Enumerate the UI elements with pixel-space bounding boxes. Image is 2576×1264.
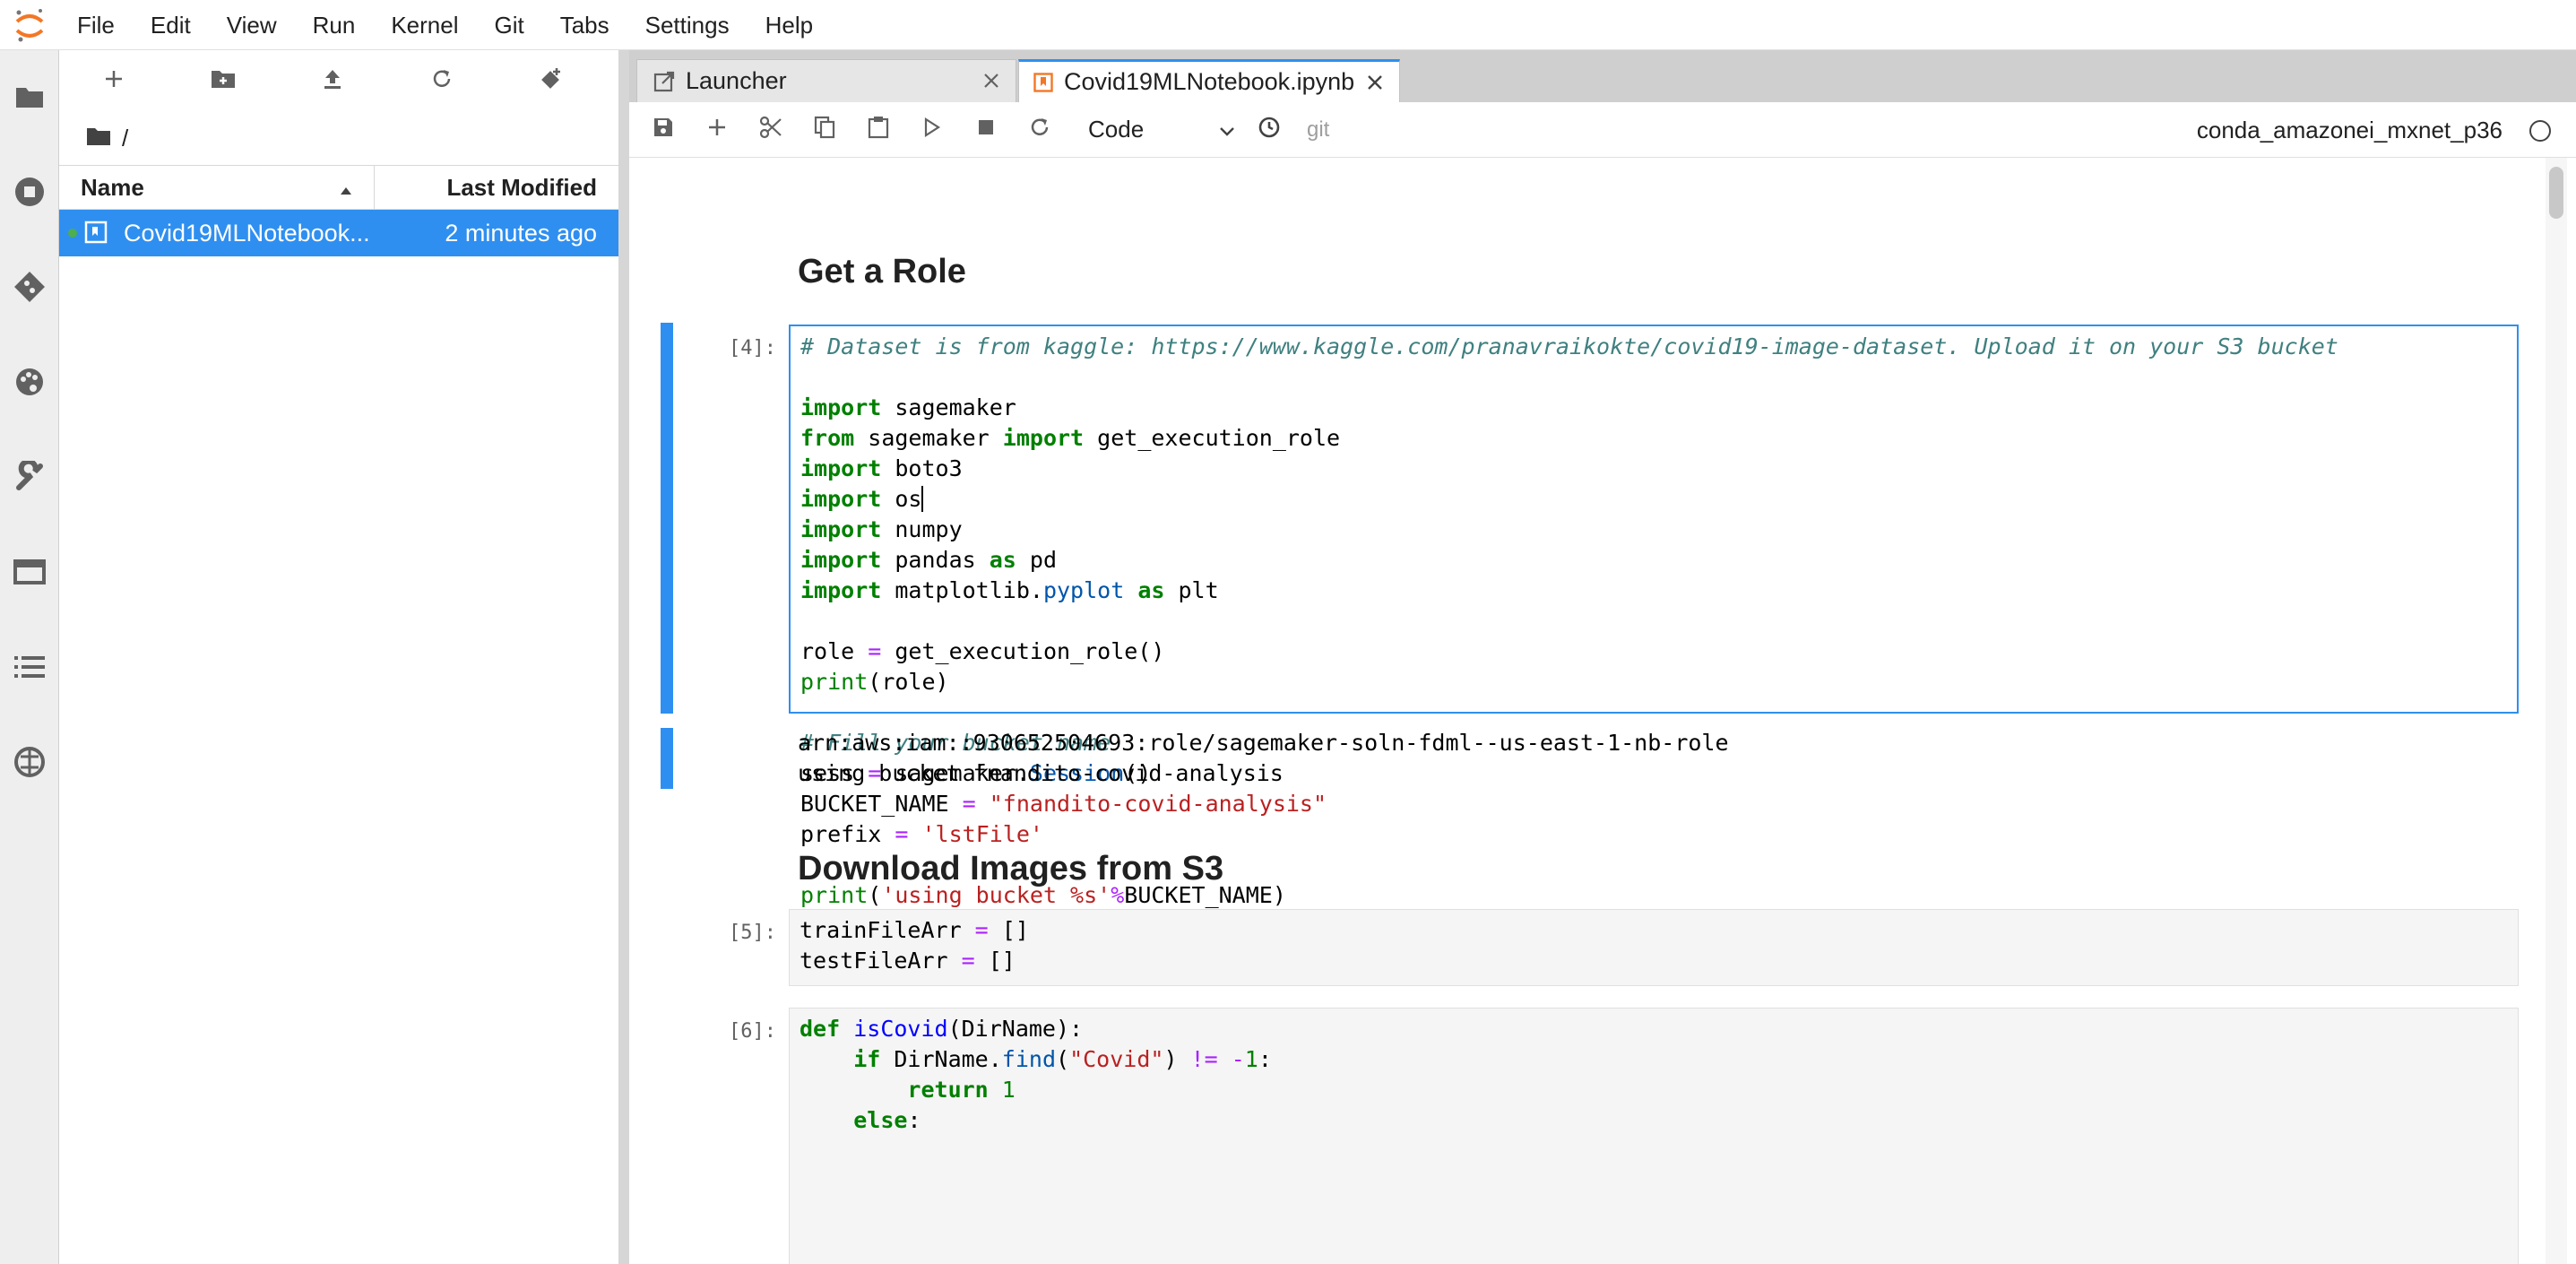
cell-prompt: [6]: <box>729 1020 776 1043</box>
activity-bar <box>0 50 59 1264</box>
tab-bar: Launcher Covid19MLNotebook.ipynb <box>629 50 2576 102</box>
folder-icon[interactable] <box>12 79 48 115</box>
chevron-down-icon <box>1219 116 1235 143</box>
new-folder-icon <box>211 68 236 94</box>
cell-prompt: [4]: <box>729 337 776 359</box>
cell-type-select[interactable]: Code <box>1077 112 1235 148</box>
file-list-header: Name Last Modified <box>59 165 618 210</box>
copy-icon <box>814 116 835 143</box>
code-content: trainFileArr = [] testFileArr = [] <box>800 917 1029 974</box>
column-modified-header[interactable]: Last Modified <box>375 166 618 209</box>
tab-notebook-label: Covid19MLNotebook.ipynb <box>1064 68 1355 95</box>
plus-icon <box>707 117 727 142</box>
git-icon[interactable] <box>12 269 48 305</box>
clock-icon <box>1258 116 1281 143</box>
scrollbar-thumb[interactable] <box>2549 167 2563 219</box>
restart-button[interactable] <box>1013 102 1067 158</box>
paste-button[interactable] <box>851 102 905 158</box>
wrench-icon[interactable] <box>12 459 48 495</box>
restart-icon <box>1029 117 1050 143</box>
save-button[interactable] <box>636 102 690 158</box>
sort-ascending-icon <box>340 174 352 202</box>
launcher-icon <box>653 71 675 92</box>
tab-launcher[interactable]: Launcher <box>636 59 1016 102</box>
new-folder-button[interactable] <box>169 50 278 111</box>
menu-settings[interactable]: Settings <box>627 0 748 50</box>
scissors-icon <box>759 116 782 143</box>
jupyter-logo-icon <box>0 0 59 50</box>
notebook-panel: Get a Role [4]: # Dataset is from kaggle… <box>629 158 2576 1264</box>
git-clone-icon <box>539 66 564 96</box>
refresh-button[interactable] <box>387 50 497 111</box>
file-modified: 2 minutes ago <box>445 219 597 247</box>
menu-tabs[interactable]: Tabs <box>542 0 627 50</box>
insert-cell-button[interactable] <box>690 102 744 158</box>
toc-list-icon[interactable] <box>12 649 48 685</box>
notebook-toolbar: Code git conda_amazonei_mxnet_p36 <box>629 102 2576 158</box>
main-area: Launcher Covid19MLNotebook.ipynb Code gi… <box>629 50 2576 1264</box>
code-content: def isCovid(DirName): if DirName.find("C… <box>800 1016 1272 1133</box>
copy-button[interactable] <box>798 102 851 158</box>
column-modified-label: Last Modified <box>446 173 597 201</box>
folder-home-icon[interactable] <box>86 125 111 152</box>
cell-type-value: Code <box>1088 116 1145 143</box>
menu-help[interactable]: Help <box>748 0 831 50</box>
output-collapser[interactable] <box>661 728 673 789</box>
running-sessions-icon[interactable] <box>12 174 48 210</box>
file-list-item[interactable]: Covid19MLNotebook... 2 minutes ago <box>59 210 618 256</box>
file-browser-panel: / Name Last Modified Covid19MLNotebook..… <box>59 50 618 1264</box>
file-name: Covid19MLNotebook... <box>124 219 370 247</box>
tab-notebook[interactable]: Covid19MLNotebook.ipynb <box>1018 59 1400 102</box>
code-cell-editor[interactable]: def isCovid(DirName): if DirName.find("C… <box>789 1008 2519 1264</box>
notebook-file-icon <box>84 221 108 250</box>
breadcrumb: / <box>59 111 618 165</box>
kernel-status-icon <box>2529 120 2551 142</box>
git-clone-button[interactable] <box>497 50 606 111</box>
close-icon[interactable] <box>1361 69 1388 96</box>
palette-icon[interactable] <box>12 364 48 400</box>
menu-file[interactable]: File <box>59 0 133 50</box>
notebook-icon <box>1033 72 1053 92</box>
extension-brain-icon[interactable] <box>12 744 48 780</box>
menu-kernel[interactable]: Kernel <box>373 0 476 50</box>
paste-icon <box>868 116 889 143</box>
upload-button[interactable] <box>278 50 387 111</box>
tabs-icon[interactable] <box>12 554 48 590</box>
run-button[interactable] <box>905 102 959 158</box>
column-name-label: Name <box>81 173 144 201</box>
code-cell-editor[interactable]: # Dataset is from kaggle: https://www.ka… <box>789 325 2519 908</box>
scrollbar-track[interactable] <box>2546 158 2567 1264</box>
play-icon <box>923 117 941 142</box>
upload-icon <box>322 68 343 94</box>
menu-edit[interactable]: Edit <box>133 0 209 50</box>
menu-view[interactable]: View <box>209 0 295 50</box>
close-icon[interactable] <box>978 67 1005 94</box>
cell-output: arn:aws:iam::930652504693:role/sagemaker… <box>798 730 1729 786</box>
menu-bar: File Edit View Run Kernel Git Tabs Setti… <box>0 0 2576 50</box>
refresh-icon <box>431 68 453 94</box>
code-cell-editor[interactable]: trainFileArr = [] testFileArr = [] <box>789 909 2519 986</box>
menu-git[interactable]: Git <box>476 0 541 50</box>
panel-splitter[interactable] <box>618 50 629 1264</box>
tab-launcher-label: Launcher <box>686 67 787 94</box>
cell-collapser[interactable] <box>661 323 673 714</box>
markdown-heading: Get a Role <box>798 253 966 290</box>
running-indicator-icon <box>68 229 77 238</box>
breadcrumb-root[interactable]: / <box>122 125 128 152</box>
interrupt-button[interactable] <box>959 102 1013 158</box>
git-label[interactable]: git <box>1307 117 1329 143</box>
cut-button[interactable] <box>744 102 798 158</box>
stop-icon <box>978 119 994 140</box>
code-content: # Dataset is from kaggle: https://www.ka… <box>800 333 2338 908</box>
markdown-heading: Download Images from S3 <box>798 850 1224 887</box>
new-launcher-button[interactable] <box>59 50 169 111</box>
plus-icon <box>104 69 124 93</box>
cell-prompt: [5]: <box>729 922 776 944</box>
menu-run[interactable]: Run <box>295 0 374 50</box>
column-name-header[interactable]: Name <box>59 166 375 209</box>
file-browser-toolbar <box>59 50 618 111</box>
save-icon <box>653 117 674 143</box>
kernel-name[interactable]: conda_amazonei_mxnet_p36 <box>2197 102 2503 158</box>
clock-button[interactable] <box>1242 102 1296 158</box>
